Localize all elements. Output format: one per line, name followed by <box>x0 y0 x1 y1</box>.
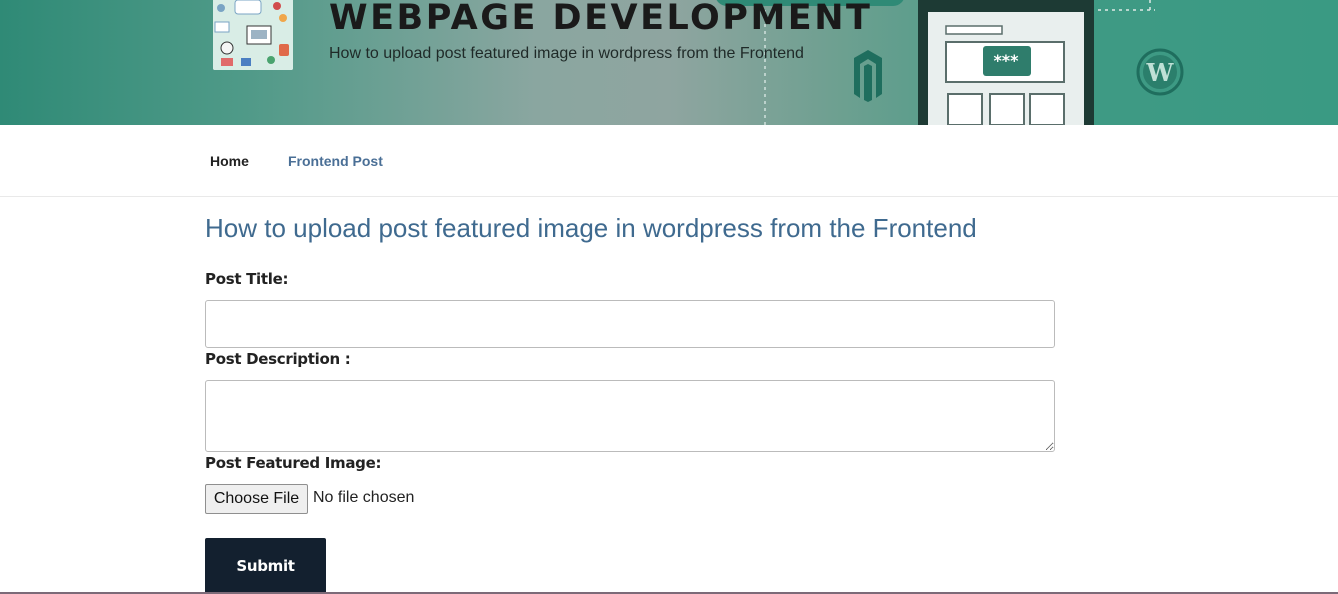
logo-illustration <box>213 0 293 70</box>
featured-image-label: Post Featured Image: <box>205 454 382 472</box>
svg-text:W: W <box>1146 58 1175 87</box>
browser-mockup-graphic: *** <box>918 0 1094 125</box>
magento-icon <box>854 50 882 102</box>
submit-button[interactable]: Submit <box>205 538 326 594</box>
site-logo[interactable] <box>213 0 293 70</box>
nav-item-home[interactable]: Home <box>210 153 249 169</box>
page-title: How to upload post featured image in wor… <box>205 213 977 243</box>
wordpress-icon: W <box>1136 48 1184 96</box>
site-header: *** W WEBPAGE DEVELOPMENT How to upload … <box>0 0 1338 125</box>
choose-file-button[interactable]: Choose File <box>205 484 308 514</box>
post-description-textarea[interactable] <box>205 380 1055 452</box>
file-status-text: No file chosen <box>313 489 415 506</box>
svg-text:***: *** <box>993 51 1019 70</box>
post-description-label: Post Description : <box>205 350 351 368</box>
post-title-label: Post Title: <box>205 270 289 288</box>
site-title[interactable]: WEBPAGE DEVELOPMENT <box>329 0 872 38</box>
nav-item-frontend-post[interactable]: Frontend Post <box>288 153 383 169</box>
main-navigation: Home Frontend Post <box>0 125 1338 197</box>
post-title-input[interactable] <box>205 300 1055 348</box>
site-description: How to upload post featured image in wor… <box>329 45 804 62</box>
